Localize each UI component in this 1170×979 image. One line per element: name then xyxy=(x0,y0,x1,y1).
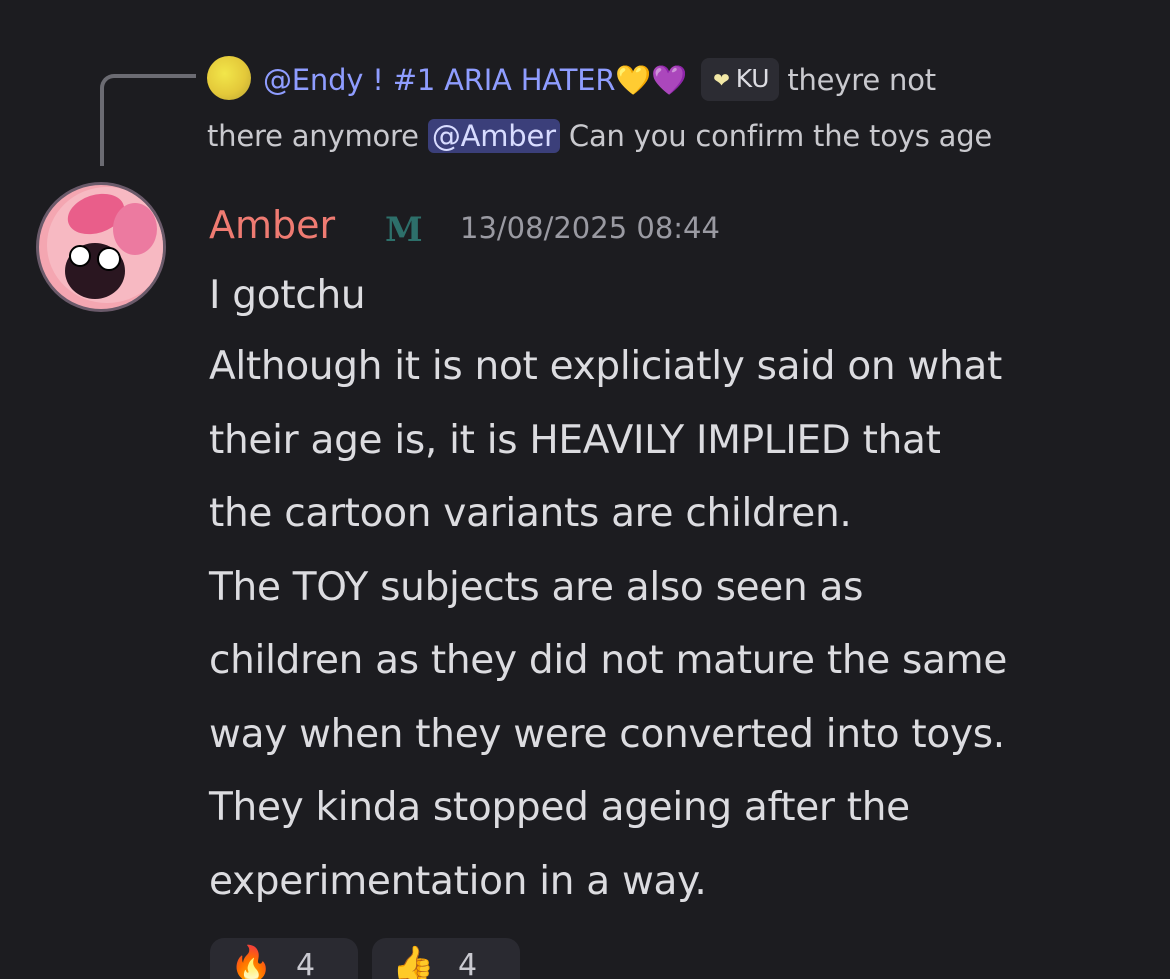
reply-connector xyxy=(100,74,196,166)
avatar-art-eye-left xyxy=(69,245,91,267)
reply-author-name[interactable]: @Endy ! #1 ARIA HATER xyxy=(263,63,615,97)
role-icon[interactable]: M xyxy=(385,210,423,250)
reply-preview[interactable]: @Endy ! #1 ARIA HATER💛💜 ❤ KU theyre not ther… xyxy=(207,52,1127,164)
message-author-name[interactable]: Amber xyxy=(209,198,335,252)
tag-heart-icon: ❤ xyxy=(713,67,730,92)
purple-heart-icon: 💜 xyxy=(651,63,688,97)
reaction-fire[interactable]: 🔥 4 xyxy=(210,938,358,979)
fire-icon: 🔥 xyxy=(230,944,273,979)
message-line: The TOY subjects are also seen as xyxy=(209,564,864,610)
reaction-count: 4 xyxy=(458,948,478,979)
message-content: I gotchu Although it is not expliciatly … xyxy=(209,262,1149,918)
avatar-art-shape xyxy=(113,203,157,255)
reaction-thumbs-up[interactable]: 👍 4 xyxy=(372,938,520,979)
reply-text-middle: there anymore xyxy=(207,119,419,153)
yellow-heart-icon: 💛 xyxy=(615,63,652,97)
message-line: Although it is not expliciatly said on w… xyxy=(209,344,1002,389)
message-line: children as they did not mature the same xyxy=(209,638,1008,683)
message-line: way when they were converted into toys. xyxy=(209,711,1005,757)
avatar-art-eye-right xyxy=(97,247,121,271)
message-line: their age is, it is HEAVILY IMPLIED that xyxy=(209,417,941,463)
message-timestamp[interactable]: 13/08/2025 08:44 xyxy=(460,206,720,250)
reaction-count: 4 xyxy=(296,948,316,979)
message-line: They kinda stopped ageing after the xyxy=(209,785,910,830)
reply-text-start: theyre not xyxy=(787,63,936,97)
reply-author-avatar[interactable] xyxy=(207,56,251,100)
server-tag-badge[interactable]: ❤ KU xyxy=(701,57,780,101)
thumbs-up-icon: 👍 xyxy=(392,944,435,979)
user-mention[interactable]: @Amber xyxy=(427,119,560,153)
message-line: experimentation in a way. xyxy=(209,858,707,904)
message-line: I gotchu xyxy=(209,273,366,318)
chat-view: @Endy ! #1 ARIA HATER💛💜 ❤ KU theyre not ther… xyxy=(0,0,1170,979)
author-avatar[interactable] xyxy=(36,182,166,312)
message-line: the cartoon variants are children. xyxy=(209,491,852,536)
server-tag-label: KU xyxy=(735,63,770,93)
reply-text-end: Can you confirm the toys age xyxy=(568,119,993,153)
